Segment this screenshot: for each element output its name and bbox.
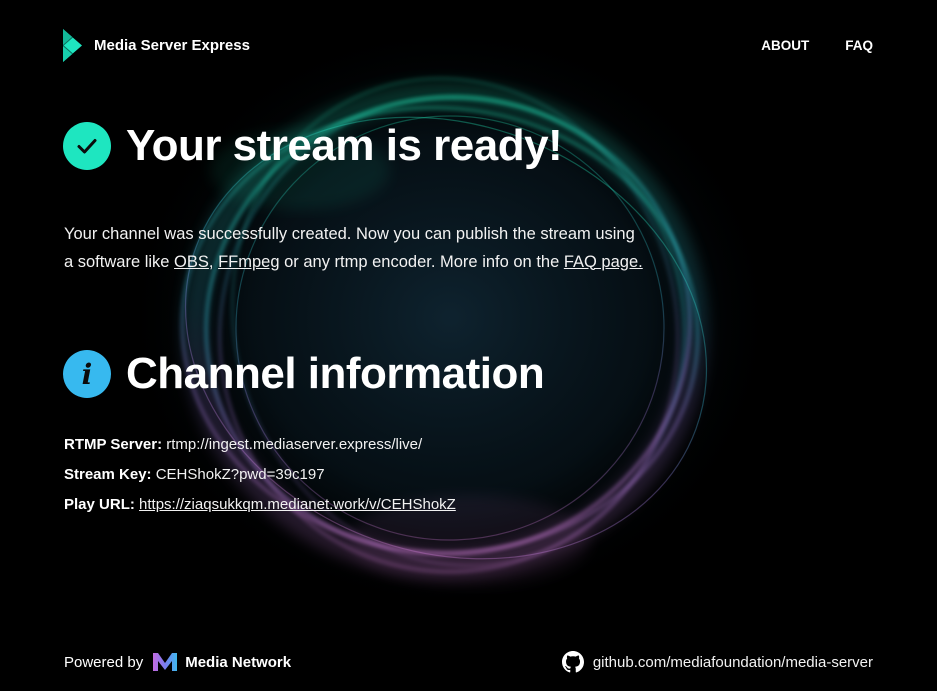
media-network-logo-icon[interactable] bbox=[152, 651, 178, 673]
page: Media Server Express ABOUT FAQ Your stre… bbox=[0, 0, 937, 691]
stream-ready-heading: Your stream is ready! bbox=[63, 121, 563, 171]
play-url-row: Play URL: https://ziaqsukkqm.medianet.wo… bbox=[64, 493, 456, 523]
description-text-2: , bbox=[208, 252, 219, 271]
page-content: Media Server Express ABOUT FAQ Your stre… bbox=[0, 0, 937, 691]
rtmp-server-row: RTMP Server: rtmp://ingest.mediaserver.e… bbox=[64, 433, 456, 463]
channel-info-heading: i Channel information bbox=[63, 349, 545, 399]
stream-key-row: Stream Key: CEHShokZ?pwd=39c197 bbox=[64, 463, 456, 493]
ffmpeg-link[interactable]: FFmpeg bbox=[218, 253, 279, 271]
stream-ready-title: Your stream is ready! bbox=[126, 121, 563, 170]
github-link-text: github.com/mediafoundation/media-server bbox=[592, 653, 873, 671]
channel-info-list: RTMP Server: rtmp://ingest.mediaserver.e… bbox=[64, 433, 456, 523]
channel-info-title: Channel information bbox=[126, 349, 545, 398]
github-icon bbox=[561, 651, 584, 673]
check-badge bbox=[63, 122, 111, 170]
powered-by-text: Powered by bbox=[64, 653, 144, 671]
brand[interactable]: Media Server Express bbox=[63, 28, 250, 62]
stream-ready-description: Your channel was successfully created. N… bbox=[64, 220, 644, 276]
info-badge: i bbox=[63, 350, 111, 398]
github-link[interactable]: github.com/mediafoundation/media-server bbox=[561, 651, 873, 673]
faq-page-link[interactable]: FAQ page. bbox=[564, 253, 643, 271]
top-nav: ABOUT FAQ bbox=[725, 38, 873, 53]
play-url-label: Play URL: bbox=[64, 496, 135, 513]
rtmp-server-value[interactable]: rtmp://ingest.mediaserver.express/live/ bbox=[166, 436, 422, 453]
play-url-link[interactable]: https://ziaqsukkqm.medianet.work/v/CEHSh… bbox=[139, 496, 456, 513]
brand-logo-icon bbox=[63, 28, 82, 62]
rtmp-server-label: RTMP Server: bbox=[64, 436, 163, 453]
stream-key-value[interactable]: CEHShokZ?pwd=39c197 bbox=[156, 466, 325, 483]
brand-name: Media Server Express bbox=[94, 36, 250, 54]
check-icon bbox=[77, 139, 97, 154]
info-icon: i bbox=[81, 358, 93, 391]
nav-faq-link[interactable]: FAQ bbox=[845, 38, 873, 53]
media-network-name[interactable]: Media Network bbox=[185, 654, 291, 671]
nav-about-link[interactable]: ABOUT bbox=[761, 38, 809, 53]
obs-link[interactable]: OBS bbox=[174, 253, 209, 271]
description-text-3: or any rtmp encoder. More info on the bbox=[279, 252, 564, 271]
powered-by: Powered by Media Network bbox=[64, 651, 291, 673]
stream-key-label: Stream Key: bbox=[64, 466, 152, 483]
